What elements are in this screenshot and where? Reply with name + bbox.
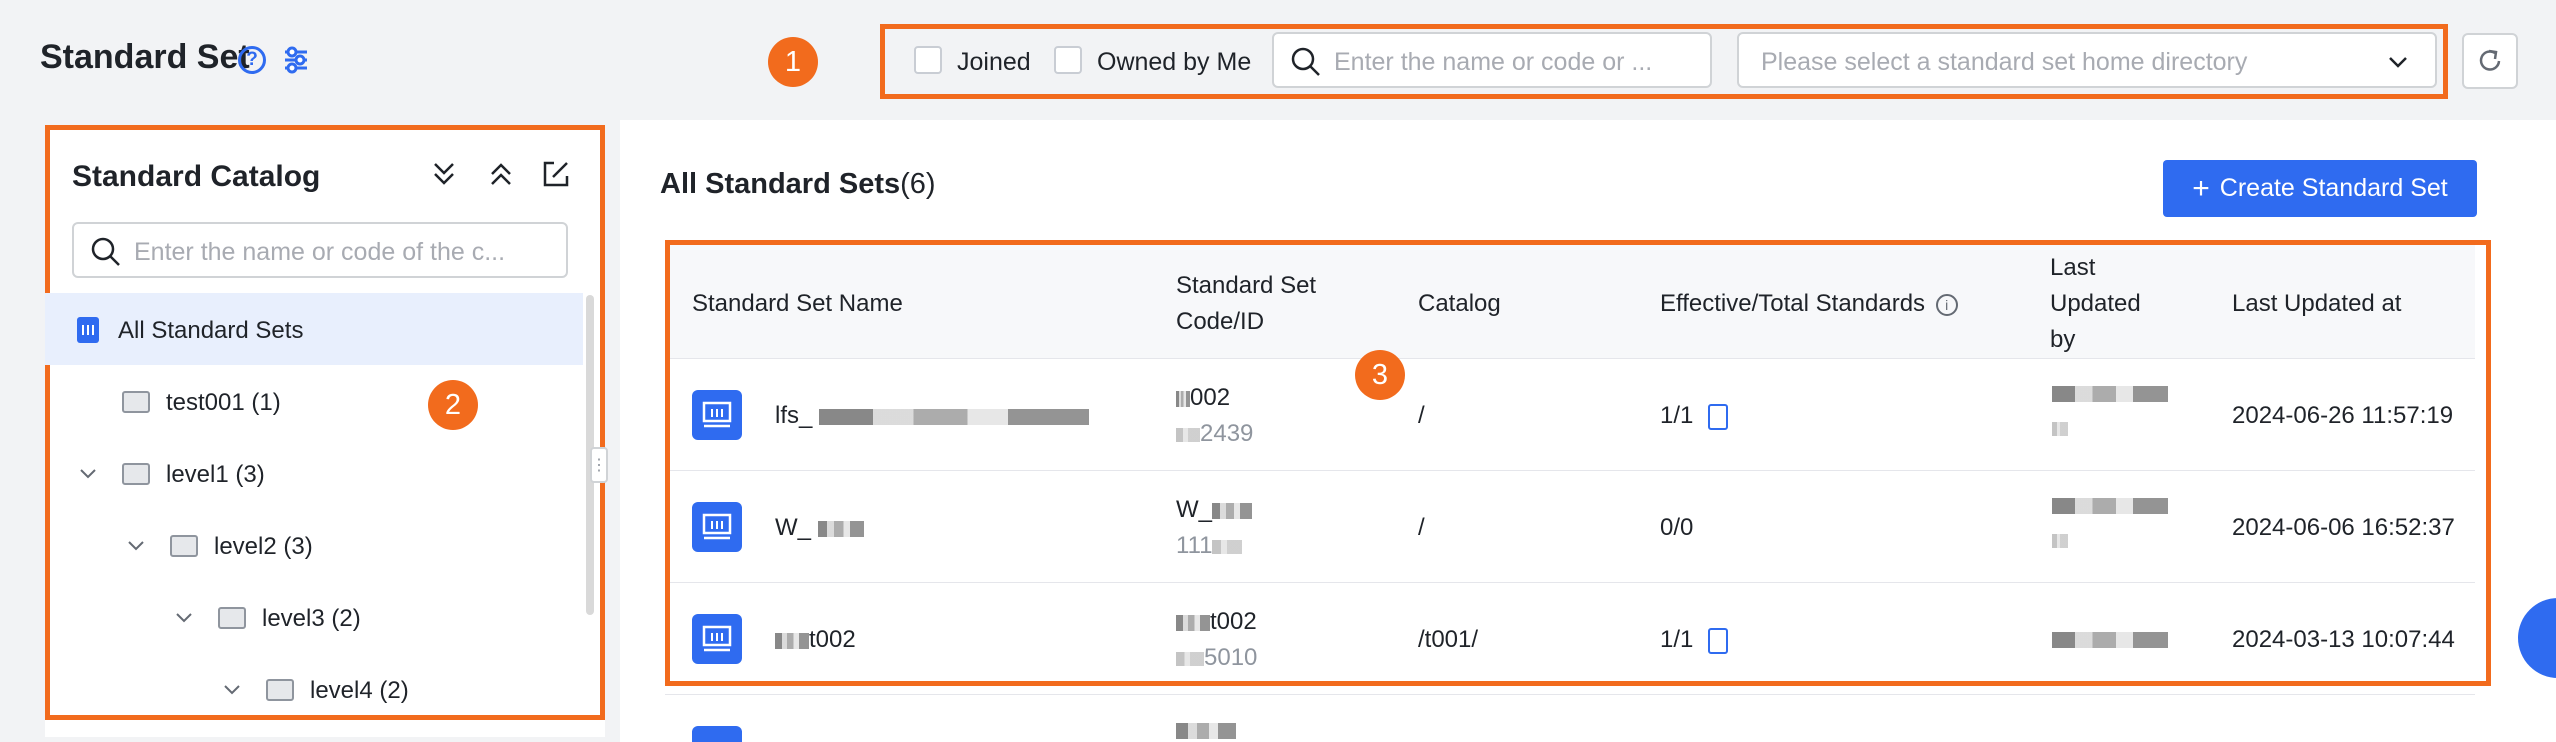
row-divider [665,694,2475,695]
catalog-title: Standard Catalog [72,160,321,193]
refresh-button[interactable] [2462,33,2518,89]
tree-item-label: test001 [166,389,245,416]
tree-item-test001[interactable]: test001 (1) [166,389,281,417]
tree-item-count: (2) [379,677,409,704]
create-button-label: Create Standard Set [2219,174,2448,202]
tree-item-all-standard-sets[interactable]: All Standard Sets [118,317,303,345]
catalog-search-placeholder: Enter the name or code of the c... [134,238,506,266]
joined-checkbox[interactable] [914,46,942,74]
main-title-text: All Standard Sets [660,168,901,200]
chevron-down-icon[interactable] [126,536,146,556]
filter-settings-icon[interactable] [282,45,310,75]
collapse-all-icon[interactable] [485,158,517,190]
tree-item-label: level3 [262,605,325,632]
folder-icon [122,391,150,413]
tree-item-count: (3) [283,533,313,560]
catalog-search-input[interactable]: Enter the name or code of the c... [72,222,568,278]
home-directory-placeholder: Please select a standard set home direct… [1761,48,2248,76]
chevron-down-icon[interactable] [174,608,194,628]
redacted-text [1176,722,1236,739]
home-directory-select[interactable]: Please select a standard set home direct… [1737,32,2437,88]
question-circle-icon[interactable]: ? [238,46,266,74]
set-search-input[interactable]: Enter the name or code or ... [1272,32,1712,88]
folder-icon [218,607,246,629]
plus-icon: + [2192,171,2210,205]
tree-item-level2[interactable]: level2 (3) [214,533,313,561]
chevron-down-icon [2389,57,2407,68]
tree-item-count: (3) [235,461,265,488]
standard-set-icon [77,317,99,343]
tree-item-level3[interactable]: level3 (2) [262,605,361,633]
tree-item-level1[interactable]: level1 (3) [166,461,265,489]
folder-icon [122,463,150,485]
set-code [1176,722,1236,740]
owned-by-me-checkbox[interactable] [1054,46,1082,74]
search-icon [91,237,120,266]
table-highlight [665,240,2491,686]
expand-all-icon[interactable] [428,158,460,190]
chevron-down-icon[interactable] [78,464,98,484]
panel-resize-handle[interactable]: ⋮ [590,447,608,483]
tree-item-count: (1) [251,389,281,416]
tree-item-label: level1 [166,461,229,488]
chevron-down-icon[interactable] [222,680,242,700]
tree-item-level4[interactable]: level4 (2) [310,677,409,705]
tree-item-label: level2 [214,533,277,560]
main-title: All Standard Sets(6) [660,168,936,201]
annotation-badge-2: 2 [428,380,478,430]
set-search-placeholder: Enter the name or code or ... [1334,48,1653,76]
folder-icon [170,535,198,557]
search-icon [1291,47,1320,76]
owned-by-me-label[interactable]: Owned by Me [1097,48,1251,77]
main-title-count: (6) [900,168,936,200]
edit-catalog-icon[interactable] [540,158,572,190]
annotation-badge-1: 1 [768,37,818,87]
tree-item-label: level4 [310,677,373,704]
page-title: Standard Set [40,38,250,76]
joined-label[interactable]: Joined [957,48,1031,77]
tree-item-count: (2) [331,605,361,632]
create-standard-set-button[interactable]: + Create Standard Set [2163,160,2477,217]
folder-icon [266,679,294,701]
refresh-icon [2479,49,2501,71]
standard-set-icon [692,726,742,742]
